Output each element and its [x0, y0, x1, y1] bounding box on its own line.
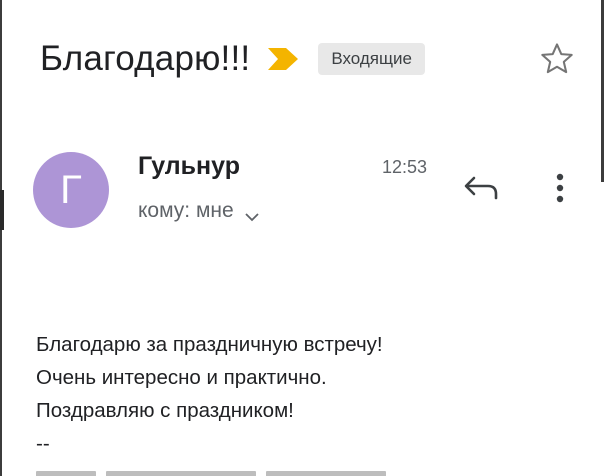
truncated-signature-line	[36, 464, 456, 476]
body-line: Поздравляю с праздником!	[36, 399, 294, 422]
body-line: Благодарю за праздничную встречу!	[36, 333, 383, 356]
body-line: --	[36, 432, 50, 455]
subject-row: Благодарю!!! Входящие	[40, 30, 425, 88]
email-body: Благодарю за праздничную встречу! Очень …	[36, 328, 383, 460]
avatar-initial: Г	[60, 167, 82, 212]
email-time: 12:53	[382, 157, 428, 177]
star-icon[interactable]	[538, 40, 576, 78]
sender-name[interactable]: Гульнур	[138, 152, 240, 181]
recipient-text: кому: мне	[138, 199, 234, 222]
importance-marker-icon[interactable]	[266, 45, 300, 73]
reply-icon[interactable]	[462, 170, 502, 206]
window-edge-left-mid	[0, 190, 4, 230]
body-line: Очень интересно и практично.	[36, 366, 327, 389]
email-subject: Благодарю!!!	[40, 39, 251, 78]
sender-avatar[interactable]: Г	[33, 152, 109, 228]
window-edge-left	[0, 0, 2, 476]
more-vert-icon[interactable]	[552, 168, 568, 208]
recipient-details-toggle[interactable]: кому: мне	[138, 199, 260, 223]
chevron-down-icon	[244, 205, 260, 222]
inbox-label-chip[interactable]: Входящие	[318, 43, 425, 75]
